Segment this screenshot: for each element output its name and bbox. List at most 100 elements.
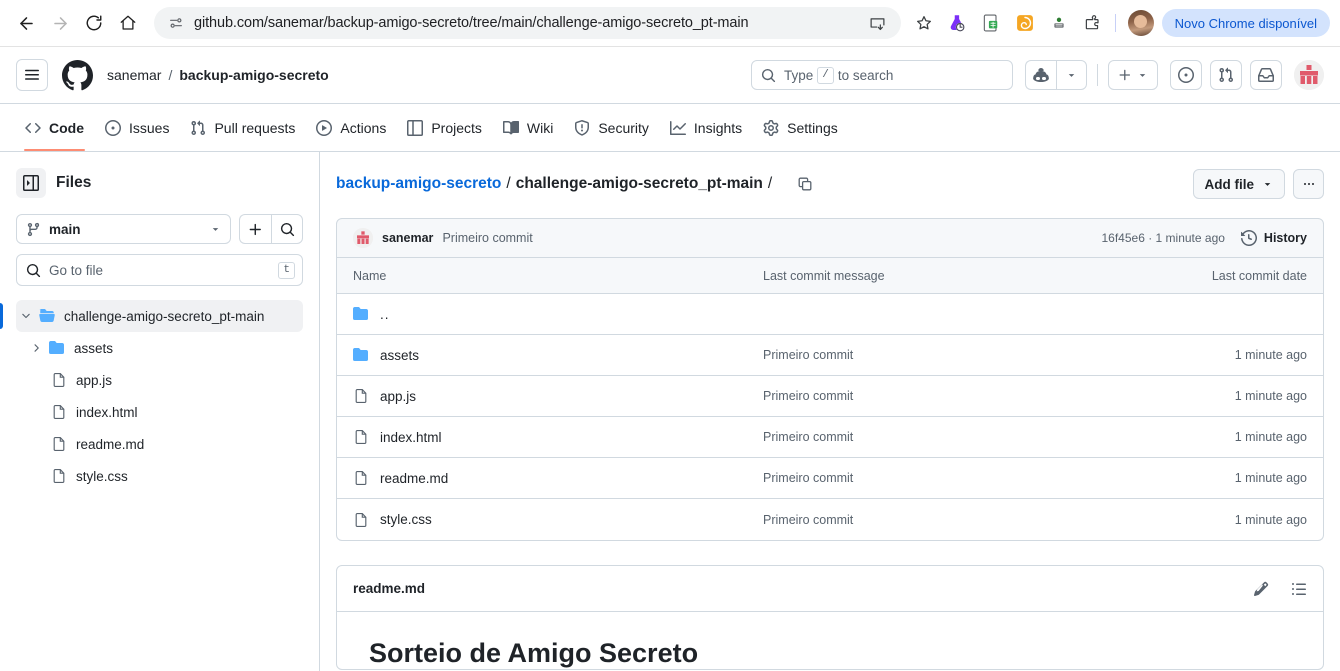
table-row[interactable]: index.html Primeiro commit 1 minute ago [337,417,1323,458]
readme-body: Sorteio de Amigo Secreto [337,612,1323,669]
file-name-cell: style.css [353,512,763,528]
back-button[interactable] [10,7,42,39]
browser-toolbar: github.com/sanemar/backup-amigo-secreto/… [0,0,1340,47]
tree-item-style-css[interactable]: style.css [16,460,303,492]
readme-title: readme.md [353,581,426,596]
tree-item-assets[interactable]: assets [16,332,303,364]
breadcrumb-repo-link[interactable]: backup-amigo-secreto [336,175,501,193]
table-row[interactable]: readme.md Primeiro commit 1 minute ago [337,458,1323,499]
file-icon [353,470,369,486]
forward-button[interactable] [44,7,76,39]
add-file-sidebar-button[interactable] [239,214,271,244]
search-input[interactable]: Type / to search [751,60,1013,90]
add-file-button[interactable]: Add file [1192,169,1285,199]
pull-requests-icon[interactable] [1210,60,1242,90]
github-logo-icon[interactable] [62,59,93,91]
file-name-link[interactable]: assets [380,348,419,363]
chevron-down-icon[interactable] [16,310,36,322]
commit-author-name[interactable]: sanemar [382,231,433,245]
create-new-button[interactable] [1108,60,1158,90]
search-files-button[interactable] [271,214,303,244]
breadcrumb-separator-1: / [506,175,511,192]
extension-small-icon[interactable] [1045,9,1073,37]
file-name-link[interactable]: app.js [380,389,416,404]
file-commit-message[interactable]: Primeiro commit [763,430,1177,444]
site-settings-icon[interactable] [167,14,185,32]
issues-icon[interactable] [1170,60,1202,90]
table-row[interactable]: assets Primeiro commit 1 minute ago [337,335,1323,376]
file-icon [48,372,70,388]
tree-item-app-js[interactable]: app.js [16,364,303,396]
file-commit-message[interactable]: Primeiro commit [763,348,1177,362]
bookmark-star-icon[interactable] [909,7,939,39]
commit-author-avatar[interactable] [353,228,373,248]
header-owner-link[interactable]: sanemar [107,67,161,83]
hamburger-menu-icon[interactable] [16,59,48,91]
tab-settings[interactable]: Settings [754,105,847,151]
file-name-link[interactable]: readme.md [380,471,448,486]
file-commit-message[interactable]: Primeiro commit [763,471,1177,485]
inbox-icon[interactable] [1250,60,1282,90]
tab-issues[interactable]: Issues [96,105,178,151]
tree-item-label: style.css [76,468,128,484]
extension-orange-icon[interactable] [1011,9,1039,37]
history-link[interactable]: History [1240,230,1307,246]
reload-button[interactable] [78,7,110,39]
branch-selector[interactable]: main [16,214,231,244]
table-row[interactable]: style.css Primeiro commit 1 minute ago [337,499,1323,540]
search-placeholder-prefix: Type [784,67,814,83]
home-button[interactable] [112,7,144,39]
file-name-link[interactable]: style.css [380,512,432,527]
table-row[interactable]: .. [337,294,1323,335]
copilot-icon[interactable] [1025,60,1056,90]
chrome-profile-avatar[interactable] [1127,10,1154,36]
add-file-label: Add file [1204,176,1255,192]
file-commit-message[interactable]: Primeiro commit [763,513,1177,527]
search-icon [761,68,776,83]
file-icon [48,404,70,420]
file-tree: challenge-amigo-secreto_pt-main assets a… [0,300,303,492]
tab-wiki[interactable]: Wiki [494,105,562,151]
tab-code[interactable]: Code [16,105,93,151]
breadcrumb: backup-amigo-secreto / challenge-amigo-s… [336,168,1324,200]
header-repo-link[interactable]: backup-amigo-secreto [179,67,328,83]
main-inner: backup-amigo-secreto / challenge-amigo-s… [336,168,1324,670]
table-row[interactable]: app.js Primeiro commit 1 minute ago [337,376,1323,417]
go-to-file-input[interactable]: Go to file t [16,254,303,286]
graph-icon [669,120,686,136]
extension-sheet-icon[interactable] [977,9,1005,37]
extensions-puzzle-icon[interactable] [1077,7,1107,39]
tree-item-root-folder[interactable]: challenge-amigo-secreto_pt-main [0,300,303,332]
tab-insights[interactable]: Insights [661,105,751,151]
search-shortcut-kbd: / [817,66,834,84]
file-commit-message[interactable]: Primeiro commit [763,389,1177,403]
file-name-link[interactable]: index.html [380,430,442,445]
address-bar[interactable]: github.com/sanemar/backup-amigo-secreto/… [154,7,901,39]
tree-item-readme-md[interactable]: readme.md [16,428,303,460]
tab-projects[interactable]: Projects [398,105,491,151]
tab-actions[interactable]: Actions [307,105,395,151]
extension-flask-icon[interactable] [943,9,971,37]
copy-path-icon[interactable] [797,176,813,192]
copilot-dropdown-caret-icon[interactable] [1056,60,1087,90]
commit-message[interactable]: Primeiro commit [442,231,532,245]
tab-security[interactable]: Security [565,105,658,151]
gear-icon [763,120,779,136]
file-name-link[interactable]: .. [380,307,390,322]
breadcrumb-separator-2: / [767,175,773,192]
tab-pull-requests[interactable]: Pull requests [181,105,304,151]
tree-item-index-html[interactable]: index.html [16,396,303,428]
commit-hash-and-time[interactable]: 16f45e6 · 1 minute ago [1102,231,1225,245]
tree-item-label: challenge-amigo-secreto_pt-main [64,308,265,324]
user-avatar[interactable] [1294,60,1324,90]
readme-panel: readme.md Sorteio de Amigo Secreto [336,565,1324,670]
pencil-icon[interactable] [1253,581,1269,597]
sidebar-collapse-icon[interactable] [16,168,46,198]
install-app-icon[interactable] [865,10,891,36]
chrome-update-pill[interactable]: Novo Chrome disponível [1161,9,1330,37]
files-sidebar: Files main Go to file t challenge-amigo-… [0,152,320,671]
more-options-button[interactable] [1293,169,1324,199]
list-unordered-icon[interactable] [1291,581,1307,597]
git-pull-request-icon [190,120,206,136]
chevron-right-icon[interactable] [26,342,46,354]
